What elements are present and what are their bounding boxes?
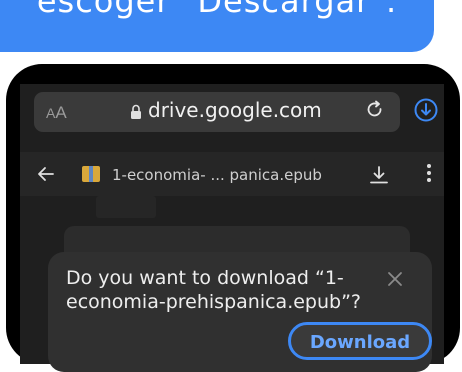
archive-file-icon — [82, 166, 100, 182]
downloads-icon[interactable] — [414, 98, 438, 122]
more-options-icon[interactable] — [426, 162, 432, 184]
lock-icon — [131, 104, 141, 119]
file-name: 1-economia- ... panica.epub — [112, 166, 322, 184]
dialog-message: Do you want to download “1-economia-preh… — [66, 267, 362, 313]
background-thumbnail — [96, 196, 156, 218]
url-text[interactable]: drive.google.com — [148, 98, 322, 122]
download-icon[interactable] — [368, 164, 390, 186]
download-button[interactable]: Download — [288, 322, 432, 360]
reload-icon[interactable] — [365, 100, 385, 120]
close-icon[interactable] — [386, 270, 404, 288]
back-arrow-icon[interactable] — [36, 164, 56, 184]
aa-small: A — [46, 105, 56, 121]
download-button-label: Download — [309, 332, 411, 353]
instruction-banner: escoger "Descargar". — [0, 0, 434, 52]
aa-big: A — [55, 103, 67, 122]
text-size-button[interactable]: AA — [46, 103, 67, 123]
banner-text: escoger "Descargar". — [36, 0, 398, 20]
